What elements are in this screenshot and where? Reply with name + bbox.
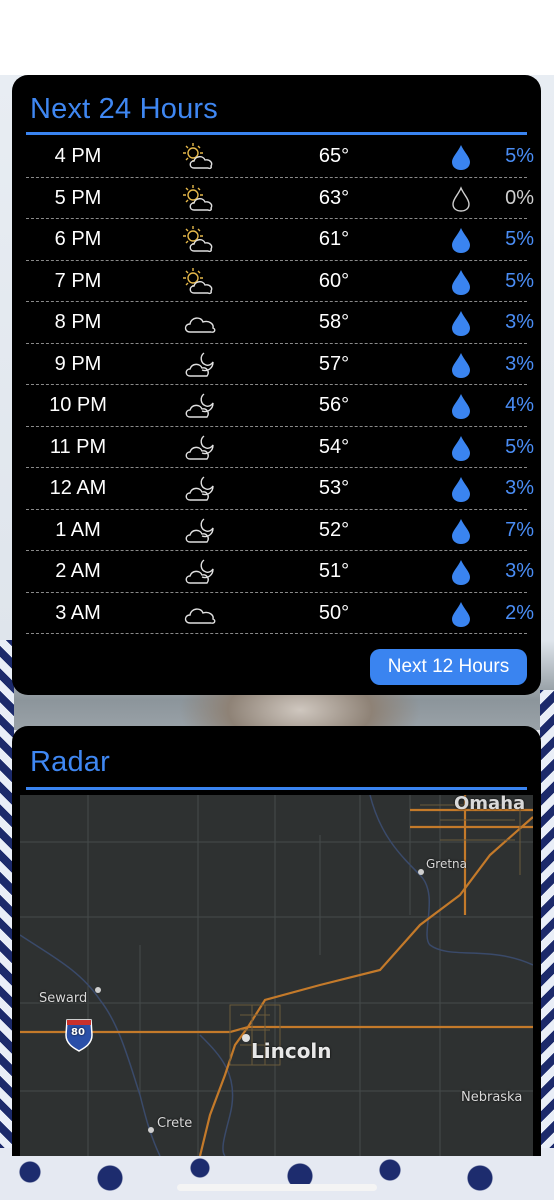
- map-label-gretna: Gretna: [426, 857, 468, 871]
- forecast-temperature: 58°: [318, 311, 350, 333]
- map-label-lincoln: Lincoln: [251, 1039, 332, 1063]
- precipitation-chance: 3%: [505, 560, 534, 582]
- map-label-interstate: 80: [71, 1027, 85, 1038]
- forecast-row: 7 PM 60° 5%: [26, 261, 534, 302]
- precipitation-chance: 4%: [505, 394, 534, 416]
- forecast-row: 12 AM 53° 3%: [26, 468, 534, 510]
- partly-sunny-icon: [182, 267, 218, 297]
- raindrop-icon: [450, 144, 472, 171]
- raindrop-icon: [450, 476, 472, 503]
- partly-cloudy-night-icon: [182, 350, 218, 380]
- radar-title: Radar: [30, 746, 110, 778]
- partly-cloudy-night-icon: [182, 474, 218, 504]
- partly-cloudy-night-icon: [182, 557, 218, 587]
- background-pattern-right: [540, 690, 554, 1200]
- home-indicator[interactable]: [177, 1184, 377, 1191]
- raindrop-icon: [450, 310, 472, 337]
- precipitation-chance: 0%: [505, 186, 534, 209]
- forecast-time: 2 AM: [55, 560, 101, 582]
- map-label-omaha: Omaha: [454, 793, 526, 814]
- precipitation-chance: 5%: [505, 269, 534, 292]
- partly-cloudy-night-icon: [182, 391, 218, 421]
- cloud-icon: [182, 308, 218, 338]
- forecast-temperature: 56°: [318, 394, 350, 416]
- forecast-time: 3 AM: [55, 601, 101, 624]
- hourly-forecast-card: Next 24 Hours 4 PM 65° 5% 5 PM 63° 0% 6 PM 61° 5…: [12, 75, 541, 695]
- forecast-time: 9 PM: [54, 352, 102, 375]
- forecast-row: 9 PM 57° 3%: [26, 344, 534, 385]
- forecast-temperature: 63°: [318, 186, 350, 209]
- forecast-time: 7 PM: [54, 269, 102, 292]
- forecast-time: 4 PM: [54, 145, 102, 167]
- radar-card: Radar Omaha Gretna Seward 80 Lincoln Neb…: [12, 726, 541, 1156]
- partly-sunny-icon: [182, 225, 218, 255]
- partly-sunny-icon: [182, 142, 218, 172]
- precipitation-chance: 5%: [505, 228, 534, 250]
- raindrop-icon: [450, 393, 472, 420]
- raindrop-icon: [450, 227, 472, 254]
- raindrop-icon: [450, 559, 472, 586]
- forecast-temperature: 51°: [318, 560, 350, 582]
- forecast-temperature: 61°: [318, 228, 350, 250]
- forecast-temperature: 54°: [318, 435, 350, 458]
- partly-cloudy-night-icon: [182, 516, 218, 546]
- forecast-temperature: 60°: [318, 269, 350, 292]
- forecast-row: 10 PM 56° 4%: [26, 385, 534, 427]
- forecast-time: 12 AM: [49, 477, 107, 499]
- forecast-time: 6 PM: [54, 228, 102, 250]
- precipitation-chance: 5%: [505, 435, 534, 458]
- forecast-row: 8 PM 58° 3%: [26, 302, 534, 344]
- forecast-time: 1 AM: [55, 518, 101, 541]
- next-12-hours-button[interactable]: Next 12 Hours: [370, 649, 527, 685]
- forecast-time: 11 PM: [49, 435, 107, 458]
- map-label-nebraska: Nebraska: [461, 1090, 523, 1105]
- map-roads-svg: [19, 794, 534, 1156]
- forecast-temperature: 50°: [318, 601, 350, 624]
- raindrop-icon: [450, 269, 472, 296]
- forecast-time: 8 PM: [54, 311, 102, 333]
- raindrop-icon: [450, 352, 472, 379]
- forecast-row: 5 PM 63° 0%: [26, 178, 534, 219]
- precipitation-chance: 5%: [505, 145, 534, 167]
- precipitation-chance: 3%: [505, 477, 534, 499]
- cloud-icon: [182, 599, 218, 629]
- precipitation-chance: 2%: [505, 601, 534, 624]
- precipitation-chance: 3%: [505, 352, 534, 375]
- forecast-row: 11 PM 54° 5%: [26, 427, 534, 468]
- precipitation-chance: 7%: [505, 518, 534, 541]
- forecast-temperature: 57°: [318, 352, 350, 375]
- forecast-title-divider: [26, 132, 527, 135]
- partly-cloudy-night-icon: [182, 433, 218, 463]
- forecast-title: Next 24 Hours: [30, 93, 218, 125]
- raindrop-icon: [450, 518, 472, 545]
- forecast-row: 1 AM 52° 7%: [26, 510, 534, 551]
- forecast-row: 3 AM 50° 2%: [26, 593, 534, 634]
- map-label-crete: Crete: [157, 1116, 193, 1131]
- partly-sunny-icon: [182, 184, 218, 214]
- forecast-row: 6 PM 61° 5%: [26, 219, 534, 261]
- forecast-time: 5 PM: [54, 186, 102, 209]
- map-label-seward: Seward: [39, 991, 88, 1006]
- forecast-time: 10 PM: [49, 394, 107, 416]
- forecast-temperature: 65°: [318, 145, 350, 167]
- hourly-forecast-list: 4 PM 65° 5% 5 PM 63° 0% 6 PM 61° 5% 7 PM 60° 5% 8 PM…: [26, 136, 534, 634]
- forecast-row: 2 AM 51° 3%: [26, 551, 534, 593]
- radar-map[interactable]: Omaha Gretna Seward 80 Lincoln Nebraska …: [19, 793, 534, 1156]
- precipitation-chance: 3%: [505, 311, 534, 333]
- forecast-temperature: 53°: [318, 477, 350, 499]
- raindrop-icon: [450, 435, 472, 462]
- raindrop-icon: [450, 601, 472, 628]
- forecast-temperature: 52°: [318, 518, 350, 541]
- forecast-row: 4 PM 65° 5%: [26, 136, 534, 178]
- radar-title-divider: [26, 787, 527, 790]
- raindrop-outline-icon: [450, 185, 472, 213]
